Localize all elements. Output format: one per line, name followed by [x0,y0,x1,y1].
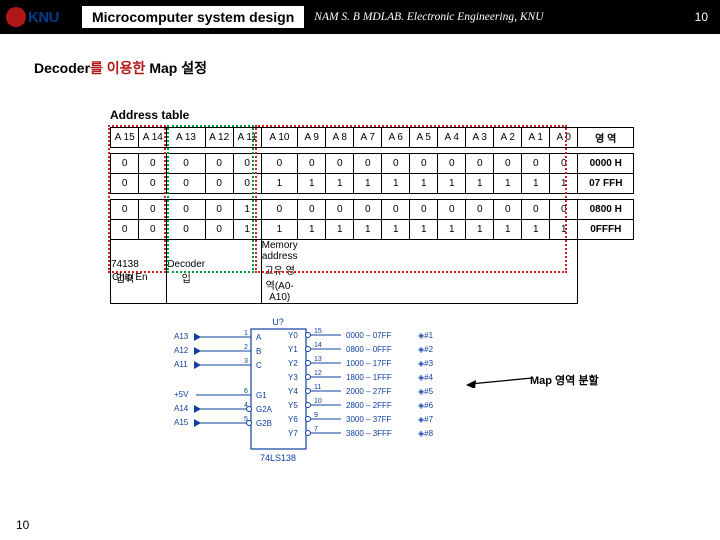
svg-text:◈#3: ◈#3 [418,359,434,368]
hdr: A 11 [233,128,261,148]
hdr: 영 역 [578,128,634,148]
svg-text:A12: A12 [174,346,189,355]
svg-text:1000 – 17FF: 1000 – 17FF [346,359,391,368]
svg-text:◈#4: ◈#4 [418,373,434,382]
svg-text:2000 – 27FF: 2000 – 27FF [346,387,391,396]
svg-text:1: 1 [244,330,248,337]
svg-text:Y3: Y3 [288,373,298,382]
svg-text:Y0: Y0 [288,331,298,340]
hdr: A 10 [261,128,298,148]
logo-icon [6,7,26,27]
svg-text:Y5: Y5 [288,401,298,410]
page-title: Microcomputer system design [82,6,304,28]
hdr: A 2 [494,128,522,148]
svg-text:2800 – 2FFF: 2800 – 2FFF [346,401,392,410]
svg-text:3800 – 3FFF: 3800 – 3FFF [346,429,392,438]
address-table: A 15 A 14 A 13 A 12 A 11 A 10 A 9 A 8 A … [110,127,634,304]
ic-ref: U? [272,317,284,327]
svg-text:2: 2 [244,344,248,351]
svg-text:11: 11 [314,384,321,391]
svg-text:A: A [256,333,262,342]
chip-en-label: Chip En [112,272,148,283]
svg-text:G1: G1 [256,391,267,400]
footer-m: Decoder 입 [167,240,205,304]
svg-text:◈#1: ◈#1 [418,331,434,340]
svg-text:Y4: Y4 [288,387,298,396]
page-number-bottom: 10 [16,518,29,532]
table-row: 00001111111111110FFFH [111,220,634,240]
svg-text:B: B [256,347,261,356]
svg-text:5: 5 [244,416,248,423]
svg-text:◈#5: ◈#5 [418,387,434,396]
heading-a: Decoder [34,60,90,76]
svg-text:3000 – 37FF: 3000 – 37FF [346,415,391,424]
svg-text:9: 9 [314,412,318,419]
hdr: A 9 [298,128,326,148]
svg-text:1800 – 1FFF: 1800 – 1FFF [346,373,392,382]
address-table-wrap: A 15 A 14 A 13 A 12 A 11 A 10 A 9 A 8 A … [110,127,634,304]
page-number: 10 [695,10,708,24]
svg-text:A13: A13 [174,332,189,341]
svg-text:13: 13 [314,356,322,363]
svg-text:Y7: Y7 [288,429,298,438]
table-caption: Address table [110,108,189,122]
hdr: A 15 [111,128,139,148]
heading-b: 를 이용한 [90,60,149,76]
svg-text:7: 7 [314,426,318,433]
svg-text:0800 – 0FFF: 0800 – 0FFF [346,345,392,354]
svg-text:15: 15 [314,328,322,335]
footer-r: Memory address 고유 영역(A0-A10) [261,240,298,304]
logo: KNU [6,5,76,29]
svg-text:◈#6: ◈#6 [418,401,434,410]
svg-text:Y6: Y6 [288,415,298,424]
svg-text:3: 3 [244,358,248,365]
svg-text:◈#7: ◈#7 [418,415,434,424]
table-header: A 15 A 14 A 13 A 12 A 11 A 10 A 9 A 8 A … [111,128,634,148]
hdr: A 3 [466,128,494,148]
decoder-diagram: U? 74LS138 A13 1 A A12 2 B A11 3 C +5V 6 G1 A14 4… [166,315,466,465]
svg-text:Y1: Y1 [288,345,298,354]
svg-text:A15: A15 [174,418,189,427]
svg-text:12: 12 [314,370,322,377]
svg-text:+5V: +5V [174,390,189,399]
ic-name: 74LS138 [260,453,296,463]
hdr: A 12 [205,128,233,148]
svg-text:A14: A14 [174,404,189,413]
hdr: A 5 [410,128,438,148]
table-row: 00000000000000000000 H [111,154,634,174]
heading-c: Map 설정 [149,60,207,76]
svg-text:4: 4 [244,402,248,409]
hdr: A 7 [354,128,382,148]
hdr: A 13 [167,128,205,148]
svg-text:◈#8: ◈#8 [418,429,434,438]
svg-text:G2B: G2B [256,419,272,428]
page-subtitle: NAM S. B MDLAB. Electronic Engineering, … [314,11,543,23]
hdr: A 4 [438,128,466,148]
topbar: Microcomputer system design NAM S. B MDL… [0,0,720,34]
svg-text:14: 14 [314,342,322,349]
hdr: A 0 [550,128,578,148]
table-row: 000001111111111107 FFH [111,174,634,194]
svg-text:10: 10 [314,398,322,405]
hdr: A 6 [382,128,410,148]
table-footer: 74138 입력 Decoder 입 Memory address 고유 영역(… [111,240,634,304]
decoder-svg: U? 74LS138 A13 1 A A12 2 B A11 3 C +5V 6 G1 A14 4… [166,315,466,465]
svg-text:6: 6 [244,388,248,395]
svg-text:◈#2: ◈#2 [418,345,434,354]
table-row: 00001000000000000800 H [111,200,634,220]
svg-text:A11: A11 [174,360,188,369]
svg-text:C: C [256,361,262,370]
arrow-icon [466,358,536,388]
logo-text: KNU [28,9,59,26]
heading: Decoder를 이용한 Map 설정 [34,58,207,78]
map-label: Map 영역 분할 [530,372,599,388]
svg-text:0000 – 07FF: 0000 – 07FF [346,331,391,340]
hdr: A 14 [139,128,167,148]
svg-text:G2A: G2A [256,405,273,414]
hdr: A 8 [326,128,354,148]
svg-text:Y2: Y2 [288,359,298,368]
hdr: A 1 [522,128,550,148]
